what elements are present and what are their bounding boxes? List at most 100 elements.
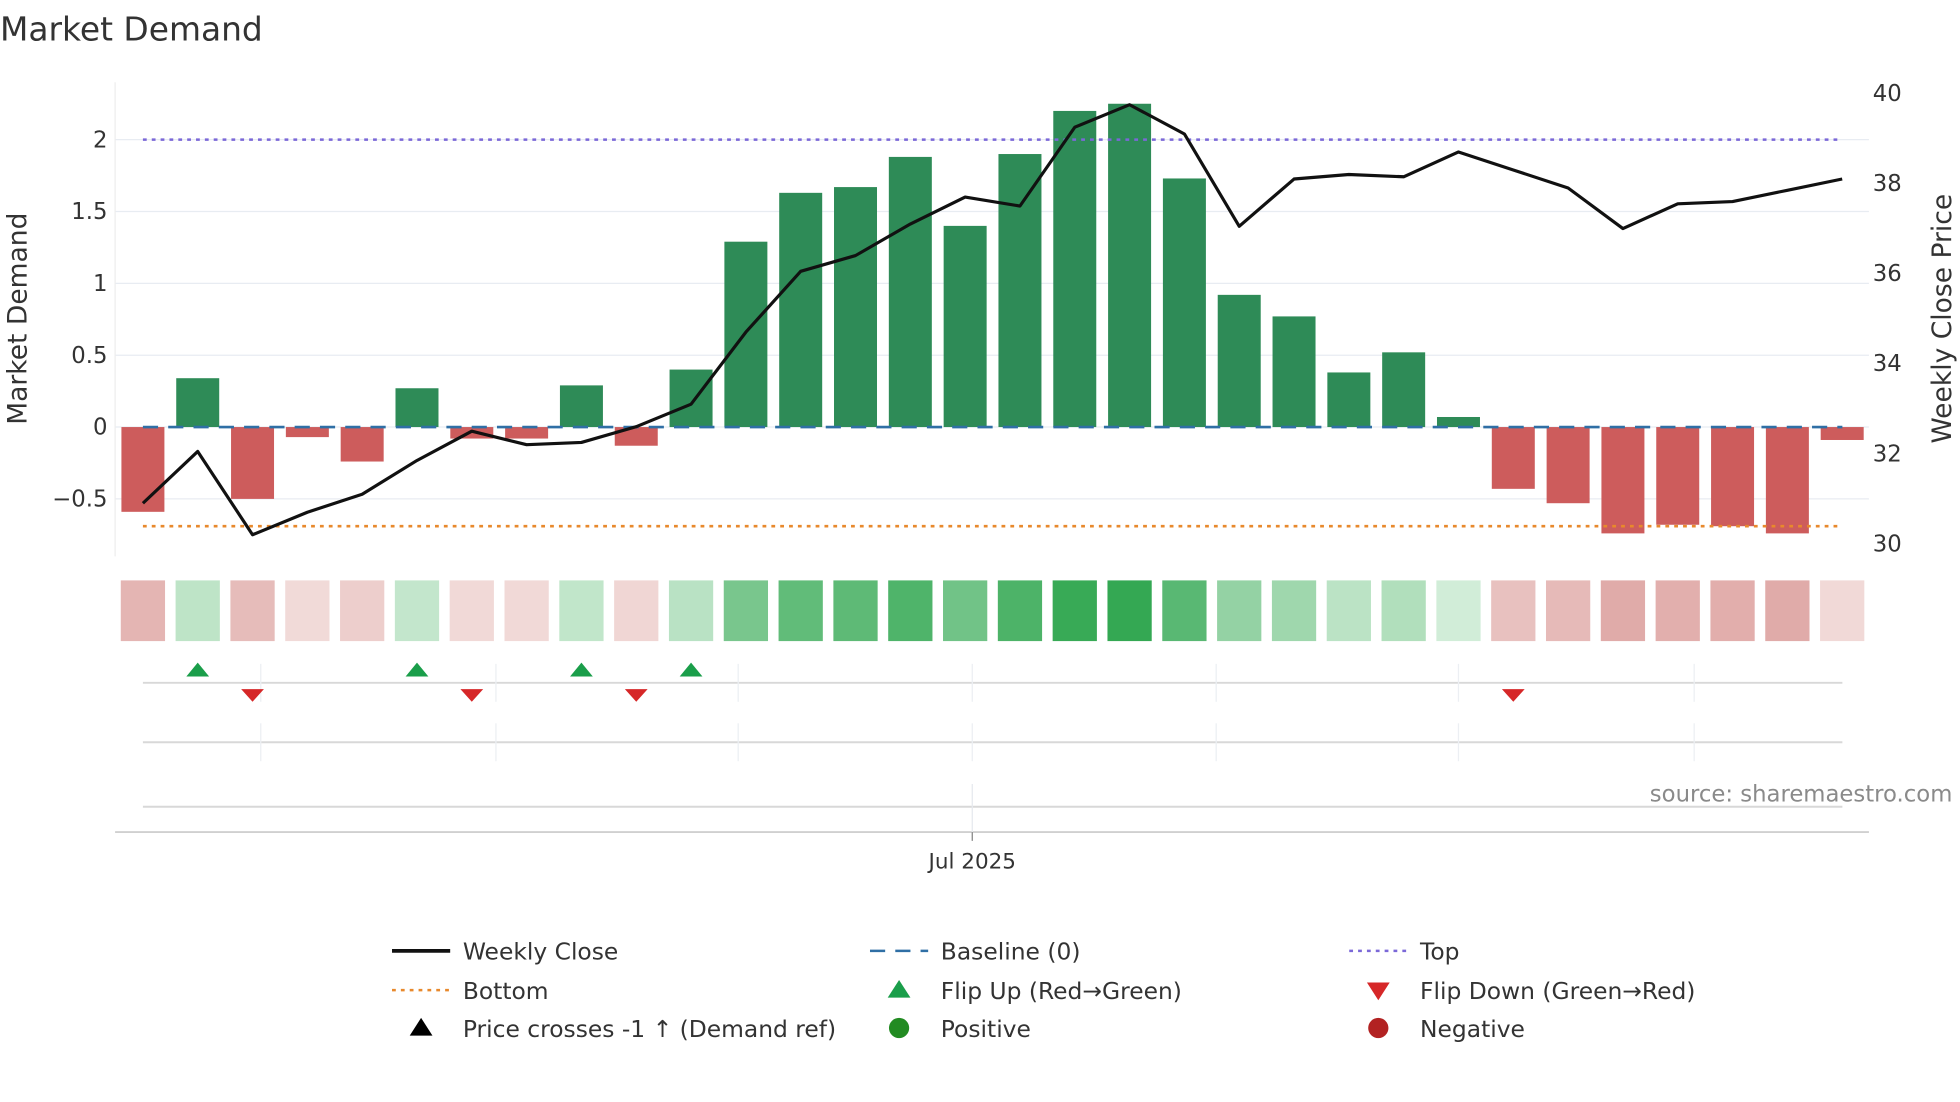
flip-down-marker — [460, 689, 484, 702]
demand-bar — [1272, 316, 1316, 428]
market-demand-chart: Market Demand −0.5 0 0.5 1 1.5 2 30 32 34 36 38 40… — [0, 9, 1958, 1043]
heatmap-cell — [1765, 580, 1810, 642]
heatmap-cell — [888, 580, 933, 642]
demand-bar — [1656, 427, 1700, 525]
legend-label: Price crosses -1 ↑ (Demand ref) — [463, 1015, 836, 1043]
legend-circle-icon — [888, 1017, 910, 1039]
demand-bar — [1382, 352, 1426, 428]
source-label: source: sharemaestro.com — [1650, 782, 1953, 808]
heatmap-cell — [1271, 580, 1317, 642]
heatmap-cell — [504, 580, 549, 642]
y-tick-label: 2 — [93, 127, 107, 153]
legend-item: Negative — [1368, 1015, 1525, 1043]
y2-tick-label: 34 — [1873, 351, 1902, 377]
legend-item: Top — [1349, 938, 1459, 966]
y2-axis-ticks: 30 32 34 36 38 40 — [1873, 81, 1902, 557]
demand-bar — [231, 427, 275, 499]
heatmap-cell — [833, 580, 878, 642]
legend-label: Baseline (0) — [941, 938, 1081, 966]
heatmap-cell — [1655, 580, 1700, 642]
heatmap-cell — [559, 580, 604, 642]
y2-tick-label: 38 — [1873, 171, 1902, 197]
y2-tick-label: 32 — [1873, 441, 1902, 467]
legend-triangle-up-icon — [409, 1017, 433, 1036]
legend-label: Top — [1419, 938, 1459, 966]
heatmap-cell — [723, 580, 769, 642]
heatmap-cell — [1820, 580, 1865, 642]
heatmap-cell — [1162, 580, 1207, 642]
legend-circle-icon — [1368, 1017, 1389, 1039]
y-tick-label: 1 — [93, 271, 107, 297]
legend-item: Flip Down (Green→Red) — [1366, 977, 1695, 1005]
legend-label: Weekly Close — [463, 938, 618, 966]
demand-bars — [121, 103, 1864, 534]
y-tick-label: −0.5 — [52, 486, 107, 512]
lower-panels — [115, 663, 1869, 841]
heatmap-cell — [449, 580, 494, 642]
heatmap-cell — [230, 580, 275, 642]
heatmap-cell — [1381, 580, 1426, 642]
heatmap-cell — [668, 580, 714, 642]
legend-label: Flip Down (Green→Red) — [1420, 977, 1695, 1005]
legend-label: Positive — [941, 1015, 1031, 1043]
flip-up-marker — [570, 662, 593, 677]
chart-title: Market Demand — [0, 9, 263, 48]
flip-up-marker — [679, 662, 703, 677]
legend-label: Bottom — [463, 977, 549, 1005]
demand-bar — [121, 427, 165, 512]
demand-bar — [669, 369, 713, 428]
demand-bar — [505, 427, 549, 439]
demand-bar — [998, 154, 1042, 428]
demand-bar — [779, 192, 823, 428]
legend-item: Bottom — [392, 977, 549, 1005]
demand-bar — [176, 378, 220, 428]
demand-bar — [888, 156, 932, 428]
flip-up-marker — [405, 662, 429, 677]
heatmap-cell — [285, 580, 330, 642]
heatmap-cell — [1326, 580, 1371, 642]
demand-bar — [834, 187, 878, 428]
legend-item: Price crosses -1 ↑ (Demand ref) — [409, 1015, 836, 1043]
demand-heatmap — [120, 580, 1865, 642]
demand-bar — [1820, 427, 1864, 440]
legend-label: Flip Up (Red→Green) — [941, 977, 1182, 1005]
flip-up-marker — [186, 662, 210, 677]
flip-down-marker — [624, 689, 648, 702]
y2-axis-label: Weekly Close Price — [1927, 194, 1958, 444]
legend-label: Negative — [1420, 1015, 1525, 1043]
demand-bar — [285, 427, 329, 438]
x-tick-label: Jul 2025 — [927, 850, 1016, 875]
y-axis-ticks: −0.5 0 0.5 1 1.5 2 — [52, 127, 107, 512]
y-tick-label: 1.5 — [71, 199, 107, 225]
demand-bar — [943, 225, 987, 428]
heatmap-cell — [1545, 580, 1591, 642]
heatmap-cell — [1491, 580, 1536, 642]
heatmap-cell — [175, 580, 220, 642]
demand-bar — [1217, 294, 1261, 428]
legend-triangle-up-icon — [887, 979, 911, 998]
demand-bar — [1327, 372, 1371, 428]
demand-bar — [340, 427, 384, 462]
heatmap-cell — [1436, 580, 1481, 642]
demand-bar — [1053, 110, 1097, 428]
heatmap-cell — [1052, 580, 1097, 642]
legend-item: Flip Up (Red→Green) — [887, 977, 1182, 1005]
demand-bar — [1491, 427, 1535, 489]
demand-bar — [395, 388, 439, 428]
demand-bar — [1108, 103, 1152, 428]
heatmap-cell — [778, 580, 823, 642]
y2-tick-label: 36 — [1873, 261, 1902, 287]
demand-bar — [1765, 427, 1809, 534]
y2-tick-label: 30 — [1873, 531, 1902, 557]
heatmap-cell — [1600, 580, 1646, 642]
y2-tick-label: 40 — [1873, 81, 1902, 107]
heatmap-cell — [1710, 580, 1755, 642]
heatmap-cell — [1217, 580, 1262, 642]
legend-triangle-down-icon — [1366, 982, 1390, 1001]
heatmap-cell — [394, 580, 440, 642]
legend-item: Positive — [888, 1015, 1031, 1043]
heatmap-cell — [943, 580, 988, 642]
demand-bar — [1601, 427, 1645, 534]
flip-down-marker — [1501, 689, 1525, 702]
demand-bar — [1162, 178, 1206, 428]
